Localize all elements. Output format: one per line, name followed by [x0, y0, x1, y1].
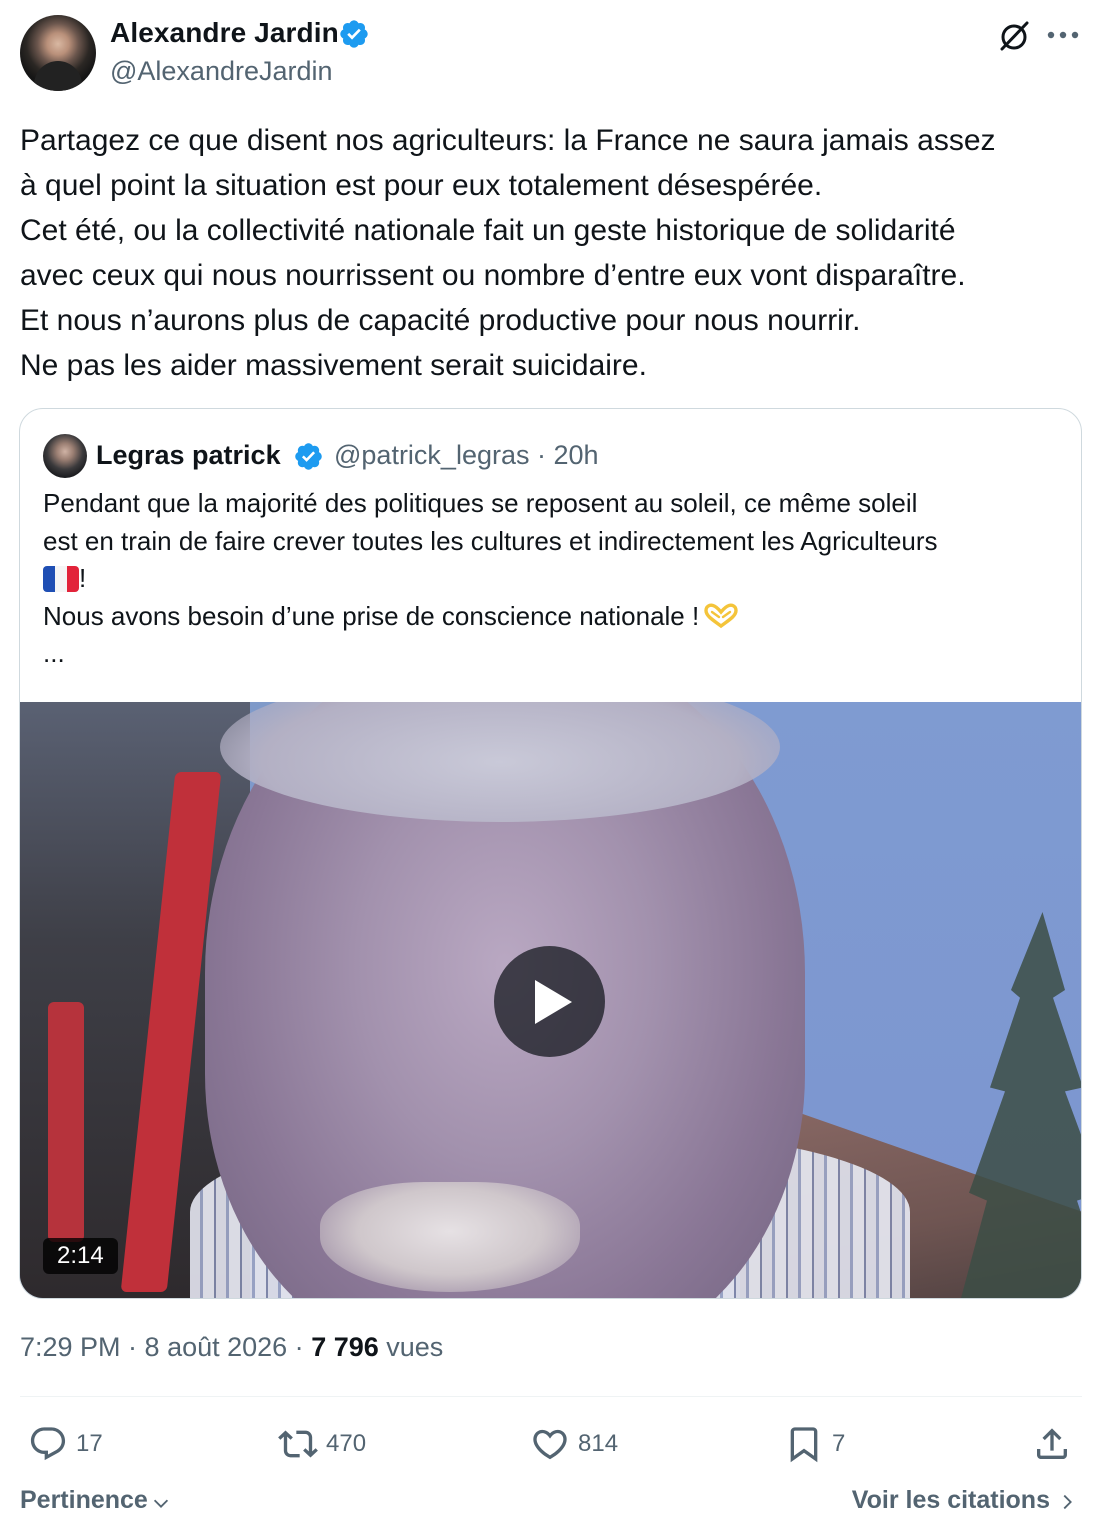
play-icon: [535, 980, 572, 1024]
bookmark-count: 7: [832, 1430, 846, 1457]
view-quotes-link[interactable]: Voir les citations: [852, 1486, 1078, 1515]
quoted-text-suffix: !: [79, 563, 87, 593]
tweet-text: Partagez ce que disent nos agriculteurs:…: [20, 124, 996, 382]
retweet-icon: [278, 1430, 318, 1458]
author-avatar[interactable]: [20, 15, 96, 91]
tweet-timestamp: 7:29 PM · 8 août 2026 · 7 796 vues: [20, 1332, 443, 1363]
video-frame-beard: [320, 1182, 580, 1292]
timestamp-date[interactable]: 7:29 PM · 8 août 2026 ·: [20, 1332, 311, 1362]
heart-hands-icon: [704, 603, 738, 628]
like-icon: [533, 1429, 567, 1460]
more-icon[interactable]: [1046, 30, 1080, 40]
chevron-down-icon: [153, 1499, 168, 1508]
quoted-text-line: Pendant que la majorité des politiques s…: [43, 488, 918, 518]
action-bar: 17 470 814 7: [20, 1420, 1082, 1468]
sort-label: Pertinence: [20, 1486, 148, 1514]
quoted-author-avatar[interactable]: [43, 434, 87, 478]
reply-icon: [30, 1427, 66, 1461]
tweet-header: Alexandre Jardin @AlexandreJardin: [20, 14, 1084, 94]
reply-count: 17: [76, 1430, 103, 1457]
quoted-author-name[interactable]: Legras patrick: [96, 440, 281, 471]
reply-button[interactable]: 17: [28, 1420, 103, 1468]
verified-badge-icon: [340, 20, 368, 48]
video-player[interactable]: 2:14: [20, 702, 1081, 1298]
author-name[interactable]: Alexandre Jardin: [110, 17, 339, 49]
share-button[interactable]: [1032, 1420, 1080, 1468]
quoted-text-fragment: Nous avons besoin d’une prise de conscie…: [43, 600, 700, 631]
quoted-text-line: est en train de faire crever toutes les …: [43, 525, 938, 556]
quoted-tweet-text: Pendant que la majorité des politiques s…: [43, 485, 1063, 673]
views-count: 7 796: [311, 1332, 379, 1362]
france-flag-icon: [43, 566, 79, 592]
share-icon: [1037, 1428, 1067, 1459]
retweet-button[interactable]: 470: [278, 1420, 366, 1468]
like-count: 814: [578, 1430, 619, 1457]
views-label: vues: [378, 1332, 444, 1362]
verified-badge-icon: [295, 443, 322, 470]
author-handle[interactable]: @AlexandreJardin: [110, 56, 333, 87]
bookmark-button[interactable]: 7: [784, 1420, 845, 1468]
video-frame-detail: [48, 1002, 84, 1242]
quoted-text-line: Nous avons besoin d’une prise de conscie…: [43, 598, 1063, 636]
play-button[interactable]: [494, 946, 605, 1057]
bookmark-icon: [790, 1427, 818, 1463]
quoted-text-line: !: [43, 560, 1063, 598]
chevron-right-icon: [1063, 1494, 1072, 1509]
divider: [20, 1396, 1082, 1397]
quoted-tweet[interactable]: Legras patrick @patrick_legras · 20h Pen…: [19, 408, 1082, 1299]
like-button[interactable]: 814: [530, 1420, 618, 1468]
grok-icon[interactable]: [996, 18, 1032, 54]
video-duration: 2:14: [43, 1238, 118, 1274]
sort-dropdown[interactable]: Pertinence: [20, 1486, 172, 1515]
quoted-handle-time: @patrick_legras · 20h: [334, 440, 599, 470]
quoted-text-line: ...: [43, 638, 65, 668]
retweet-count: 470: [326, 1430, 367, 1457]
view-quotes-label: Voir les citations: [851, 1486, 1050, 1514]
